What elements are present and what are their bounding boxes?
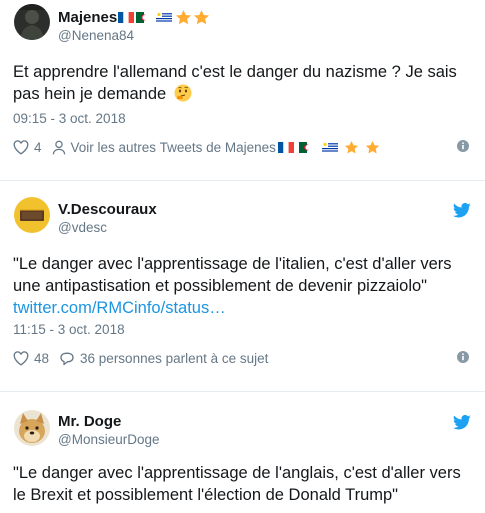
thinking-face-emoji [174,84,192,102]
conversation-label: 36 personnes parlent à ce sujet [80,350,269,366]
name-emoji-decorations [118,9,210,26]
like-count: 48 [34,350,50,366]
flag-uruguay-icon [321,141,338,153]
flag-france-icon [118,11,135,23]
tweet-timestamp[interactable]: 11:15 - 3 oct. 2018 [13,322,125,337]
tweet-text-content: Et apprendre l'allemand c'est le danger … [13,63,457,103]
avatar[interactable] [14,197,50,233]
like-button[interactable]: 4 [13,140,42,155]
display-name[interactable]: Mr. Doge [58,413,121,430]
tweet-majenes: Majenes @Nenena84 Et apprendre l'alleman… [0,0,485,170]
tweet-text: "Le danger avec l'apprentissage de l'ita… [13,253,473,319]
star-emoji [194,9,210,24]
tweet-text: "Le danger avec l'apprentissage de l'ang… [13,462,473,506]
avatar[interactable] [14,410,50,446]
info-icon[interactable] [457,351,469,363]
heart-icon [13,139,29,155]
profile-link-emoji-decorations [277,140,385,155]
heart-icon [13,350,29,366]
tweet-link[interactable]: twitter.com/RMCinfo/status… [13,299,226,317]
twitter-bird-icon[interactable] [453,415,471,430]
star-emoji [365,140,380,153]
avatar[interactable] [14,4,50,40]
person-icon [52,140,65,154]
tweet-mrdoge: Mr. Doge @MonsieurDoge "Le danger avec l… [0,392,485,513]
display-name[interactable]: V.Descouraux [58,201,157,218]
flag-algeria-icon [298,141,315,153]
user-handle[interactable]: @MonsieurDoge [58,432,160,447]
info-icon[interactable] [457,140,469,152]
star-emoji [176,9,192,24]
flag-algeria-icon [136,11,153,23]
speech-bubble-icon [60,352,74,365]
tweet-actions: 48 36 personnes parlent à ce sujet [13,348,473,368]
view-profile-label: Voir les autres Tweets de Majenes [70,139,276,155]
flag-uruguay-icon [156,11,173,23]
conversation-link[interactable]: 36 personnes parlent à ce sujet [59,351,268,366]
tweet-text-content: "Le danger avec l'apprentissage de l'ang… [13,464,461,504]
user-handle[interactable]: @Nenena84 [58,28,210,43]
tweet-timestamp[interactable]: 09:15 - 3 oct. 2018 [13,111,126,126]
tweet-actions: 4 Voir les autres Tweets de Majenes [13,137,473,157]
twitter-bird-icon[interactable] [453,203,471,218]
star-emoji [344,140,359,153]
flag-france-icon [277,141,294,153]
tweet-text-content: "Le danger avec l'apprentissage de l'ita… [13,255,452,295]
view-profile-link[interactable]: Voir les autres Tweets de Majenes [52,140,385,155]
user-handle[interactable]: @vdesc [58,220,157,235]
tweet-vdescouraux: V.Descouraux @vdesc "Le danger avec l'ap… [0,181,485,386]
display-name[interactable]: Majenes [58,9,117,26]
like-count: 4 [34,139,42,155]
like-button[interactable]: 48 [13,351,49,366]
tweet-text: Et apprendre l'allemand c'est le danger … [13,61,473,105]
